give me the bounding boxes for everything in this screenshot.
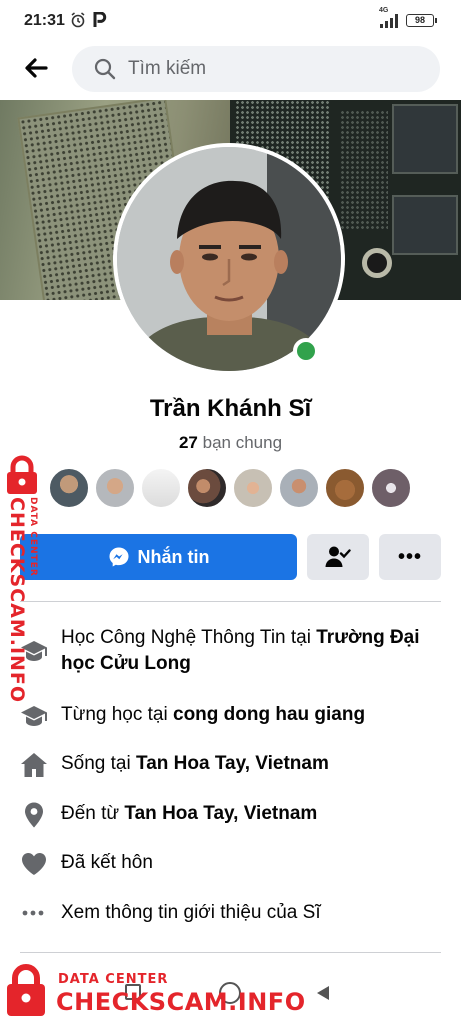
mutual-count-label: bạn chung [202,433,283,452]
mutual-friend-avatar[interactable] [370,467,412,509]
battery-icon: 98 [406,14,437,27]
triangle-back-icon [317,986,329,1000]
divider [20,601,441,602]
message-button[interactable]: Nhắn tin [20,534,297,580]
watermark-main-text: CHECKSCAM.INFO [56,988,306,1016]
location-pin-icon [20,801,48,829]
mutual-friend-avatar[interactable] [94,467,136,509]
mutual-friend-avatar[interactable] [232,467,274,509]
graduation-cap-icon [20,702,48,730]
divider [20,952,441,953]
mutual-friend-avatar[interactable] [324,467,366,509]
more-dots-icon [20,900,48,928]
info-past-education-school[interactable]: cong dong hau giang [173,704,365,725]
arrow-left-icon [25,58,48,78]
parking-app-icon [93,11,107,32]
lock-logo-icon [7,964,45,1016]
info-past-education-prefix: Từng học tại [61,704,173,725]
profile-name: Trần Khánh Sĩ [149,395,312,422]
mutual-friend-avatar[interactable] [48,467,90,509]
search-box[interactable] [72,46,440,92]
messenger-icon [109,547,128,567]
signal-icon: 4G [379,7,398,28]
watermark-small-vertical: DATA CENTER [28,497,38,577]
mutual-friends-avatars[interactable] [48,467,412,509]
see-about-info-label: Xem thông tin giới thiệu của Sĩ [61,902,321,923]
heart-icon [20,850,48,878]
message-button-label: Nhắn tin [137,546,210,567]
mutual-friend-avatar[interactable] [278,467,320,509]
watermark-small-text: DATA CENTER [58,972,169,987]
online-status-indicator [293,338,319,364]
lock-logo-icon [7,455,37,494]
info-current-city-value[interactable]: Tan Hoa Tay, Vietnam [136,753,329,774]
search-input[interactable] [128,46,418,92]
watermark-main-vertical: CHECKSCAM.INFO [6,497,28,704]
network-type: 4G [379,7,389,14]
watermark-bottom: DATA CENTER CHECKSCAM.INFO [0,960,305,1024]
info-hometown-prefix: Đến từ [61,803,125,824]
info-relationship-text: Đã kết hôn [61,852,153,873]
friends-status-button[interactable] [307,534,369,580]
info-education-prefix: Học Công Nghệ Thông Tin tại [61,627,317,648]
status-bar: 21:31 4G 98 [0,0,461,40]
info-hometown-value[interactable]: Tan Hoa Tay, Vietnam [124,803,317,824]
search-icon [94,58,116,85]
mutual-count-number: 27 [178,433,198,452]
info-current-city-prefix: Sống tại [61,753,136,774]
back-nav-button[interactable] [314,984,332,1007]
mutual-friend-avatar[interactable] [186,467,228,509]
back-button[interactable] [20,52,52,84]
alarm-icon [70,12,86,32]
watermark-side: CHECKSCAM.INFO DATA CENTER [0,455,40,703]
home-icon [20,751,48,779]
mutual-friend-avatar[interactable] [140,467,182,509]
mutual-friends-count[interactable]: 27 bạn chung [0,433,461,453]
person-check-icon [325,546,351,567]
status-time: 21:31 [24,12,65,29]
more-options-button[interactable]: ••• [379,534,441,580]
